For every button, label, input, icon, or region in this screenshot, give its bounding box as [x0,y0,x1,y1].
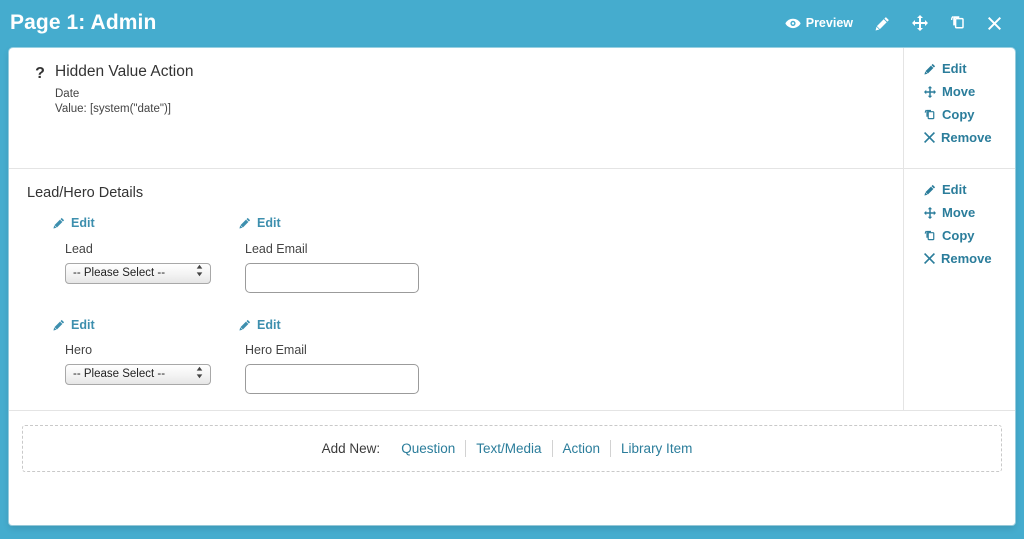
lead-hero-details-body: Lead/Hero Details Edit [9,169,903,410]
copy-group-link[interactable]: Copy [924,229,975,242]
edit-field-hero-label: Edit [71,319,95,332]
select-hero[interactable]: -- Please Select -- [65,364,211,385]
field-hero-email: Edit Hero Email [239,319,887,395]
close-page-button[interactable] [977,13,1012,34]
label-lead: Lead [65,242,239,256]
edit-group-link[interactable]: Edit [924,183,967,196]
copy-page-button[interactable] [939,11,977,35]
pencil-icon [239,217,251,229]
edit-field-lead-email-link[interactable]: Edit [239,217,281,230]
add-new-box: Add New: Question Text/Media Action Libr… [22,425,1002,472]
pencil-icon [53,217,65,229]
close-x-icon [988,17,1001,30]
field-lead: Edit Lead -- Please Select -- [53,217,239,293]
page-title: Page 1: Admin [10,12,156,37]
input-lead-email[interactable] [245,263,419,293]
edit-field-hero-email-label: Edit [257,319,281,332]
hidden-value-action-value: Value: [system("date")] [55,102,887,117]
copy-action-link[interactable]: Copy [924,108,975,121]
add-new-label: Add New: [322,441,381,456]
header-toolbar: Preview [774,11,1012,37]
hidden-value-action-field-name: Date [55,87,887,102]
lead-hero-details-menu: Edit Move Copy [903,169,1015,410]
move-arrows-icon [924,86,936,98]
remove-group-link[interactable]: Remove [924,252,992,265]
remove-action-label: Remove [941,131,992,144]
block-lead-hero-details: Lead/Hero Details Edit [9,169,1015,411]
label-lead-email: Lead Email [245,242,887,256]
remove-action-link[interactable]: Remove [924,131,992,144]
field-grid: Edit Lead -- Please Select -- [25,217,887,394]
edit-field-lead-link[interactable]: Edit [53,217,95,230]
group-title: Lead/Hero Details [27,185,887,201]
move-group-label: Move [942,206,975,219]
move-page-button[interactable] [901,11,939,35]
label-hero: Hero [65,343,239,357]
preview-button[interactable]: Preview [774,12,864,34]
hidden-value-action-menu: Edit Move Copy [903,48,1015,168]
question-mark-icon: ? [25,62,55,85]
block-hidden-value-action: ? Hidden Value Action Date Value: [syste… [9,48,1015,169]
page-header: Page 1: Admin Preview [0,0,1024,48]
page-panel: ? Hidden Value Action Date Value: [syste… [9,48,1015,525]
edit-field-hero-email-link[interactable]: Edit [239,319,281,332]
input-hero-email[interactable] [245,364,419,394]
hidden-value-action-content: ? Hidden Value Action Date Value: [syste… [25,62,887,116]
move-action-label: Move [942,85,975,98]
hidden-value-action-title: Hidden Value Action [55,62,887,82]
label-hero-email: Hero Email [245,343,887,357]
edit-action-link[interactable]: Edit [924,62,967,75]
edit-group-label: Edit [942,183,967,196]
edit-field-hero-link[interactable]: Edit [53,319,95,332]
pencil-icon [239,319,251,331]
preview-label: Preview [806,16,853,30]
edit-field-lead-label: Edit [71,217,95,230]
add-new-action-link[interactable]: Action [553,441,611,456]
select-lead[interactable]: -- Please Select -- [65,263,211,284]
close-x-icon [924,253,935,264]
add-new-question-link[interactable]: Question [391,441,465,456]
pencil-icon [875,16,890,31]
eye-icon [785,18,801,29]
copy-icon [924,230,936,242]
remove-group-label: Remove [941,252,992,265]
edit-field-lead-email-label: Edit [257,217,281,230]
spacer [25,116,887,152]
close-x-icon [924,132,935,143]
hidden-value-action-body: ? Hidden Value Action Date Value: [syste… [9,48,903,168]
copy-action-label: Copy [942,108,975,121]
copy-group-label: Copy [942,229,975,242]
field-hero: Edit Hero -- Please Select -- [53,319,239,395]
move-action-link[interactable]: Move [924,85,975,98]
field-lead-email: Edit Lead Email [239,217,887,293]
move-arrows-icon [924,207,936,219]
move-arrows-icon [912,15,928,31]
edit-page-button[interactable] [864,12,901,35]
add-new-text-media-link[interactable]: Text/Media [466,441,551,456]
add-new-zone: Add New: Question Text/Media Action Libr… [9,411,1015,472]
add-new-library-item-link[interactable]: Library Item [611,441,702,456]
pencil-icon [924,63,936,75]
edit-action-label: Edit [942,62,967,75]
move-group-link[interactable]: Move [924,206,975,219]
pencil-icon [53,319,65,331]
copy-icon [924,109,936,121]
copy-icon [950,15,966,31]
pencil-icon [924,184,936,196]
